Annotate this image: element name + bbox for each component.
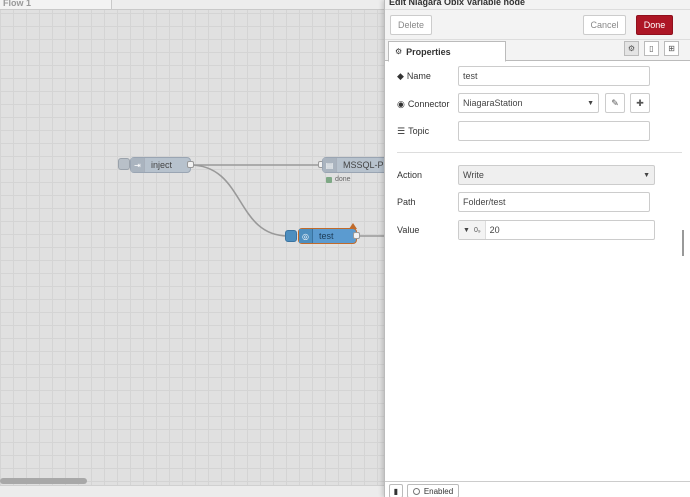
tab-description[interactable]: ▯ xyxy=(644,41,659,56)
globe-icon: ◉ xyxy=(397,98,405,109)
vertical-scrollbar[interactable] xyxy=(682,230,684,256)
node-test[interactable]: ◎ test xyxy=(298,228,357,244)
name-label: ◆ Name xyxy=(397,70,431,82)
enabled-toggle-label: Enabled xyxy=(423,486,454,496)
inject-output-port[interactable] xyxy=(187,161,194,168)
gear-icon: ⚙ xyxy=(395,47,403,56)
test-trigger-button[interactable] xyxy=(285,230,297,242)
variable-icon: ◎ xyxy=(299,229,313,243)
connector-label: ◉ Connector xyxy=(397,98,449,110)
editor-tabbar: ⚙ Properties ⚙ ▯ ⊞ xyxy=(385,40,690,62)
list-icon: ☰ xyxy=(397,125,406,136)
layout-icon: ⊞ xyxy=(668,44,675,53)
node-inject-label: inject xyxy=(151,160,173,170)
node-editor-panel: Edit Niagara Obix Variable node Delete C… xyxy=(384,0,690,497)
tab-properties-label: Properties xyxy=(406,46,451,57)
value-label: Value xyxy=(397,225,420,235)
changed-triangle-icon xyxy=(349,223,357,229)
flow-workspace[interactable]: Flow 1 ⇥ inject ▤ MSSQL-P done ◎ test xyxy=(0,0,384,497)
wire-inject-test xyxy=(189,164,289,237)
topic-input[interactable] xyxy=(458,121,650,141)
done-button[interactable]: Done xyxy=(636,15,673,35)
cancel-button[interactable]: Cancel xyxy=(583,15,626,35)
editor-footer: ▮ Enabled xyxy=(385,481,690,497)
value-input-text: 20 xyxy=(489,225,500,235)
tab-properties[interactable]: ⚙ Properties xyxy=(388,41,506,62)
workspace-footer xyxy=(0,485,384,497)
caret-down-icon: ▼ xyxy=(463,226,470,234)
plus-icon: ✚ xyxy=(636,97,644,108)
connector-label-text: Connector xyxy=(407,99,450,109)
name-label-text: Name xyxy=(406,71,431,81)
connector-select[interactable]: NiagaraStation ▼ xyxy=(458,93,599,113)
circle-icon xyxy=(412,487,420,495)
node-test-label: test xyxy=(319,231,334,241)
inject-arrow-icon: ⇥ xyxy=(131,158,145,172)
tab-settings[interactable]: ⚙ xyxy=(624,41,639,56)
node-help-button[interactable]: ▮ xyxy=(389,484,403,497)
number-type-icon: 0₉ xyxy=(473,226,481,234)
caret-down-icon: ▼ xyxy=(643,171,650,179)
mssql-status: done xyxy=(326,176,351,183)
path-input[interactable]: Folder/test xyxy=(458,192,650,212)
node-mssql-label: MSSQL-P xyxy=(343,160,384,170)
form-divider xyxy=(397,152,682,153)
document-icon: ▯ xyxy=(649,44,654,53)
connector-select-value: NiagaraStation xyxy=(463,98,523,108)
tag-icon: ◆ xyxy=(397,70,404,81)
action-select-value: Write xyxy=(463,170,484,180)
name-input[interactable]: test xyxy=(458,66,650,86)
tab-appearance[interactable]: ⊞ xyxy=(664,41,679,56)
topic-label-text: Topic xyxy=(408,126,430,136)
mssql-status-text: done xyxy=(335,176,351,183)
status-dot-icon xyxy=(326,176,332,183)
wires xyxy=(189,164,384,237)
test-output-port[interactable] xyxy=(353,232,360,239)
inject-trigger-button[interactable] xyxy=(118,158,130,170)
editor-title: Edit Niagara Obix Variable node xyxy=(385,0,690,10)
chevron-down-icon: ▼ xyxy=(587,99,594,107)
topic-label: ☰ Topic xyxy=(397,125,429,137)
node-mssql[interactable]: ▤ MSSQL-P xyxy=(322,157,384,173)
value-input[interactable]: ▼ 0₉ 20 xyxy=(458,220,655,240)
enabled-toggle[interactable]: Enabled xyxy=(407,484,459,497)
editor-toolbar: Delete Cancel Done xyxy=(385,10,690,40)
database-icon: ▤ xyxy=(323,158,337,172)
pencil-icon: ✎ xyxy=(611,97,619,108)
edit-connector-button[interactable]: ✎ xyxy=(605,93,625,113)
settings-gear-icon: ⚙ xyxy=(627,44,636,53)
delete-button[interactable]: Delete xyxy=(390,15,432,35)
type-selector[interactable]: ▼ 0₉ xyxy=(459,221,486,239)
book-icon: ▮ xyxy=(393,486,399,496)
node-inject[interactable]: ⇥ inject xyxy=(130,157,191,173)
add-connector-button[interactable]: ✚ xyxy=(630,93,650,113)
action-select[interactable]: Write ▼ xyxy=(458,165,655,185)
action-label: Action xyxy=(397,170,423,180)
horizontal-scrollbar[interactable] xyxy=(0,478,87,484)
path-label: Path xyxy=(397,197,416,207)
